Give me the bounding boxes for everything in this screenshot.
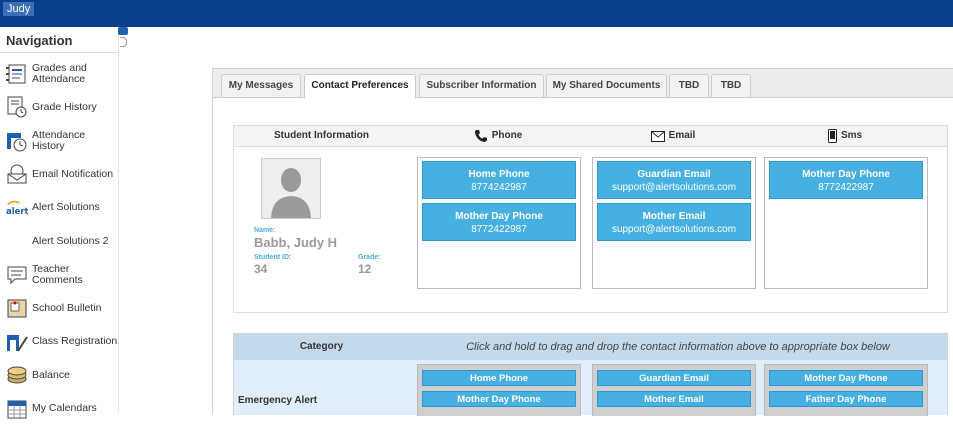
emergency-sms-drop-zone[interactable]: Mother Day Phone Father Day Phone xyxy=(764,364,928,416)
contact-pill-sms-mother-day-phone[interactable]: Mother Day Phone 8772422987 xyxy=(769,161,923,199)
sidebar-item-email-notification[interactable]: Email Notification xyxy=(0,158,118,192)
attendance-history-icon xyxy=(6,130,28,152)
assigned-mother-day-phone[interactable]: Mother Day Phone xyxy=(422,391,576,407)
user-name-badge[interactable]: Judy xyxy=(3,2,35,16)
sidebar-item-grade-history[interactable]: Grade History xyxy=(0,91,118,125)
assigned-home-phone[interactable]: Home Phone xyxy=(422,370,576,386)
sidebar-item-class-registration[interactable]: Class Registration xyxy=(0,325,118,359)
sidebar-item-my-calendars[interactable]: My Calendars xyxy=(0,392,118,426)
tab-tbd-1[interactable]: TBD xyxy=(669,74,709,97)
person-silhouette-icon xyxy=(271,168,311,218)
phone-contacts-box: Home Phone 8774242987 Mother Day Phone 8… xyxy=(417,157,581,289)
student-id-label: Student ID: xyxy=(254,254,292,261)
top-bar: Judy xyxy=(0,0,953,27)
sidebar-item-alert-solutions[interactable]: alert Alert Solutions xyxy=(0,191,118,225)
bulletin-board-icon xyxy=(6,297,28,319)
student-grade-label: Grade: xyxy=(358,254,381,261)
envelope-icon xyxy=(650,130,665,142)
phone-header: Phone xyxy=(417,126,579,146)
sms-contacts-box: Mother Day Phone 8772422987 xyxy=(764,157,928,289)
collapse-side-icon[interactable] xyxy=(120,37,127,47)
contact-pill-home-phone[interactable]: Home Phone 8774242987 xyxy=(422,161,576,199)
category-table: Category Click and hold to drag and drop… xyxy=(233,333,948,416)
contact-preferences-card: Student Information Phone Email Sms Name… xyxy=(233,125,948,313)
category-row-emergency-alert: Emergency Alert Home Phone Mother Day Ph… xyxy=(234,360,947,416)
email-header: Email xyxy=(592,126,754,146)
email-contacts-box: Guardian Email support@alertsolutions.co… xyxy=(592,157,756,289)
gradebook-icon xyxy=(6,63,28,85)
sidebar-item-alert-solutions-2[interactable]: Alert Solutions 2 xyxy=(0,225,118,259)
emergency-phone-drop-zone[interactable]: Home Phone Mother Day Phone xyxy=(417,364,581,416)
speech-bubble-icon xyxy=(6,264,28,286)
assigned-sms-father-day-phone[interactable]: Father Day Phone xyxy=(769,391,923,407)
emergency-email-drop-zone[interactable]: Guardian Email Mother Email xyxy=(592,364,756,416)
svg-text:alert: alert xyxy=(6,206,28,216)
assigned-guardian-email[interactable]: Guardian Email xyxy=(597,370,751,386)
tab-contact-preferences[interactable]: Contact Preferences xyxy=(304,74,416,98)
tab-subscriber-information[interactable]: Subscriber Information xyxy=(419,74,544,97)
coins-icon xyxy=(6,364,28,386)
main-panel: My Messages Contact Preferences Subscrib… xyxy=(212,68,953,416)
assigned-sms-mother-day-phone[interactable]: Mother Day Phone xyxy=(769,370,923,386)
sidebar-item-balance[interactable]: Balance xyxy=(0,359,118,393)
contact-pill-mother-email[interactable]: Mother Email support@alertsolutions.com xyxy=(597,203,751,241)
calendar-icon xyxy=(6,398,28,420)
mobile-phone-icon xyxy=(827,129,837,143)
contact-pill-guardian-email[interactable]: Guardian Email support@alertsolutions.co… xyxy=(597,161,751,199)
drag-drop-instruction: Click and hold to drag and drop the cont… xyxy=(466,341,890,353)
navigation-sidebar: Navigation Grades and Attendance Grade H… xyxy=(0,27,119,419)
category-column-label: Category xyxy=(299,341,344,352)
email-notification-icon xyxy=(6,163,28,185)
student-id: 34 xyxy=(254,262,268,276)
tab-tbd-2[interactable]: TBD xyxy=(711,74,751,97)
tab-my-shared-documents[interactable]: My Shared Documents xyxy=(546,74,667,97)
class-registration-icon xyxy=(6,331,28,353)
contact-pill-mother-day-phone[interactable]: Mother Day Phone 8772422987 xyxy=(422,203,576,241)
avatar xyxy=(261,158,321,219)
student-grade: 12 xyxy=(358,262,372,276)
student-name-label: Name: xyxy=(254,227,276,234)
sidebar-item-teacher-comments[interactable]: Teacher Comments xyxy=(0,258,118,292)
student-information-header: Student Information xyxy=(274,130,369,141)
sms-header: Sms xyxy=(764,126,926,146)
student-name: Babb, Judy H xyxy=(254,235,338,250)
collapse-up-icon[interactable] xyxy=(118,27,128,35)
sidebar-item-attendance-history[interactable]: Attendance History xyxy=(0,124,118,158)
category-header: Category Click and hold to drag and drop… xyxy=(234,334,947,360)
category-name: Emergency Alert xyxy=(238,395,318,406)
tab-my-messages[interactable]: My Messages xyxy=(221,74,301,97)
navigation-title: Navigation xyxy=(0,27,118,53)
grade-history-icon xyxy=(6,96,28,118)
assigned-mother-email[interactable]: Mother Email xyxy=(597,391,751,407)
contact-column-header: Student Information Phone Email Sms xyxy=(234,126,947,147)
sidebar-item-grades-and-attendance[interactable]: Grades and Attendance xyxy=(0,57,118,91)
tab-bar: My Messages Contact Preferences Subscrib… xyxy=(213,69,953,98)
alert-logo-icon: alert xyxy=(6,197,28,219)
student-information-panel: Name: Babb, Judy H Student ID: Grade: 34… xyxy=(234,147,409,312)
phone-icon xyxy=(474,130,487,142)
sidebar-item-school-bulletin[interactable]: School Bulletin xyxy=(0,292,118,326)
sidebar-collapse-toggle[interactable] xyxy=(118,27,130,47)
